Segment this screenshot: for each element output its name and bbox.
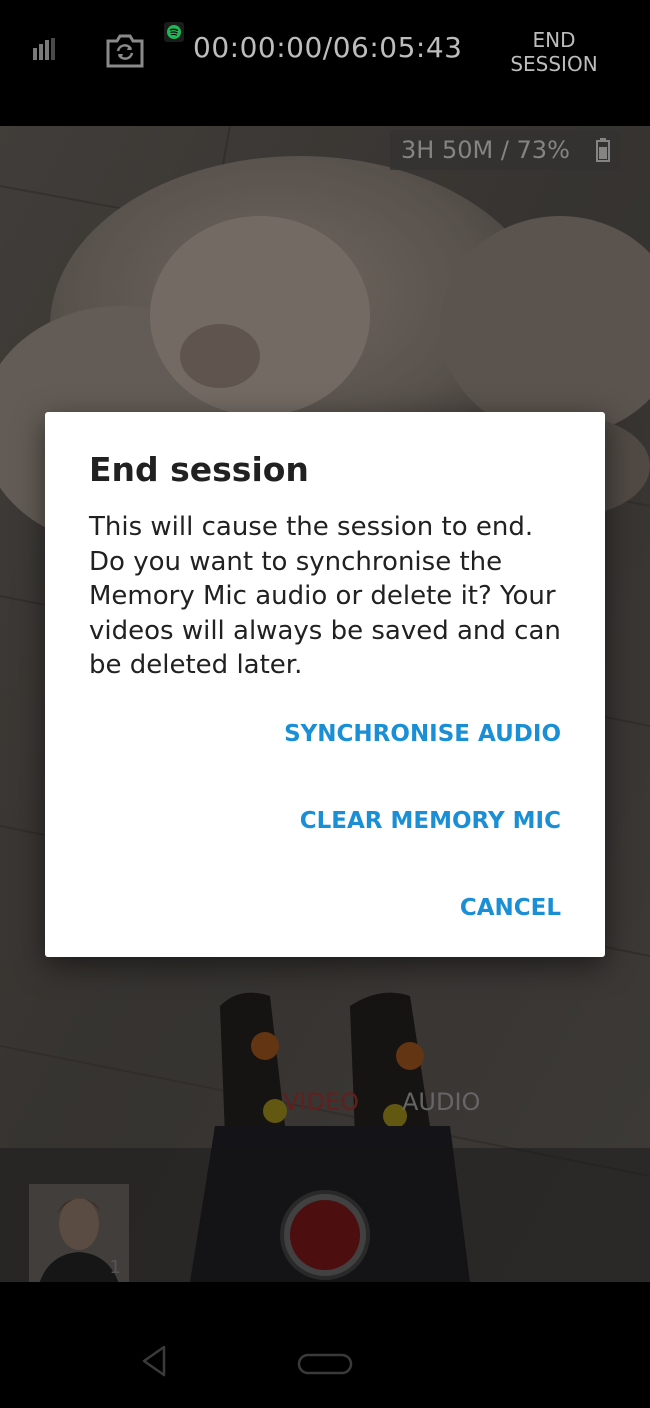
clear-memory-mic-button[interactable]: CLEAR MEMORY MIC bbox=[300, 808, 561, 834]
cancel-button[interactable]: CANCEL bbox=[460, 895, 561, 921]
end-session-button[interactable]: END SESSION bbox=[500, 28, 608, 76]
end-session-dialog: End session This will cause the session … bbox=[45, 412, 605, 957]
camera-switch-icon[interactable] bbox=[105, 34, 145, 68]
dialog-title: End session bbox=[89, 450, 309, 489]
synchronise-audio-button[interactable]: SYNCHRONISE AUDIO bbox=[284, 721, 561, 747]
navigation-bar bbox=[0, 1282, 650, 1408]
session-timer: 00:00:00/06:05:43 bbox=[193, 31, 463, 64]
camera-screen: 00:00:00/06:05:43 END SESSION 3H 50M / 7… bbox=[0, 0, 650, 1408]
spotify-icon bbox=[164, 22, 184, 42]
back-icon[interactable] bbox=[140, 1345, 168, 1377]
dialog-message: This will cause the session to end. Do y… bbox=[89, 512, 561, 680]
signal-icon[interactable] bbox=[33, 38, 55, 62]
home-icon[interactable] bbox=[297, 1353, 353, 1375]
top-bar: 00:00:00/06:05:43 END SESSION bbox=[0, 0, 650, 126]
